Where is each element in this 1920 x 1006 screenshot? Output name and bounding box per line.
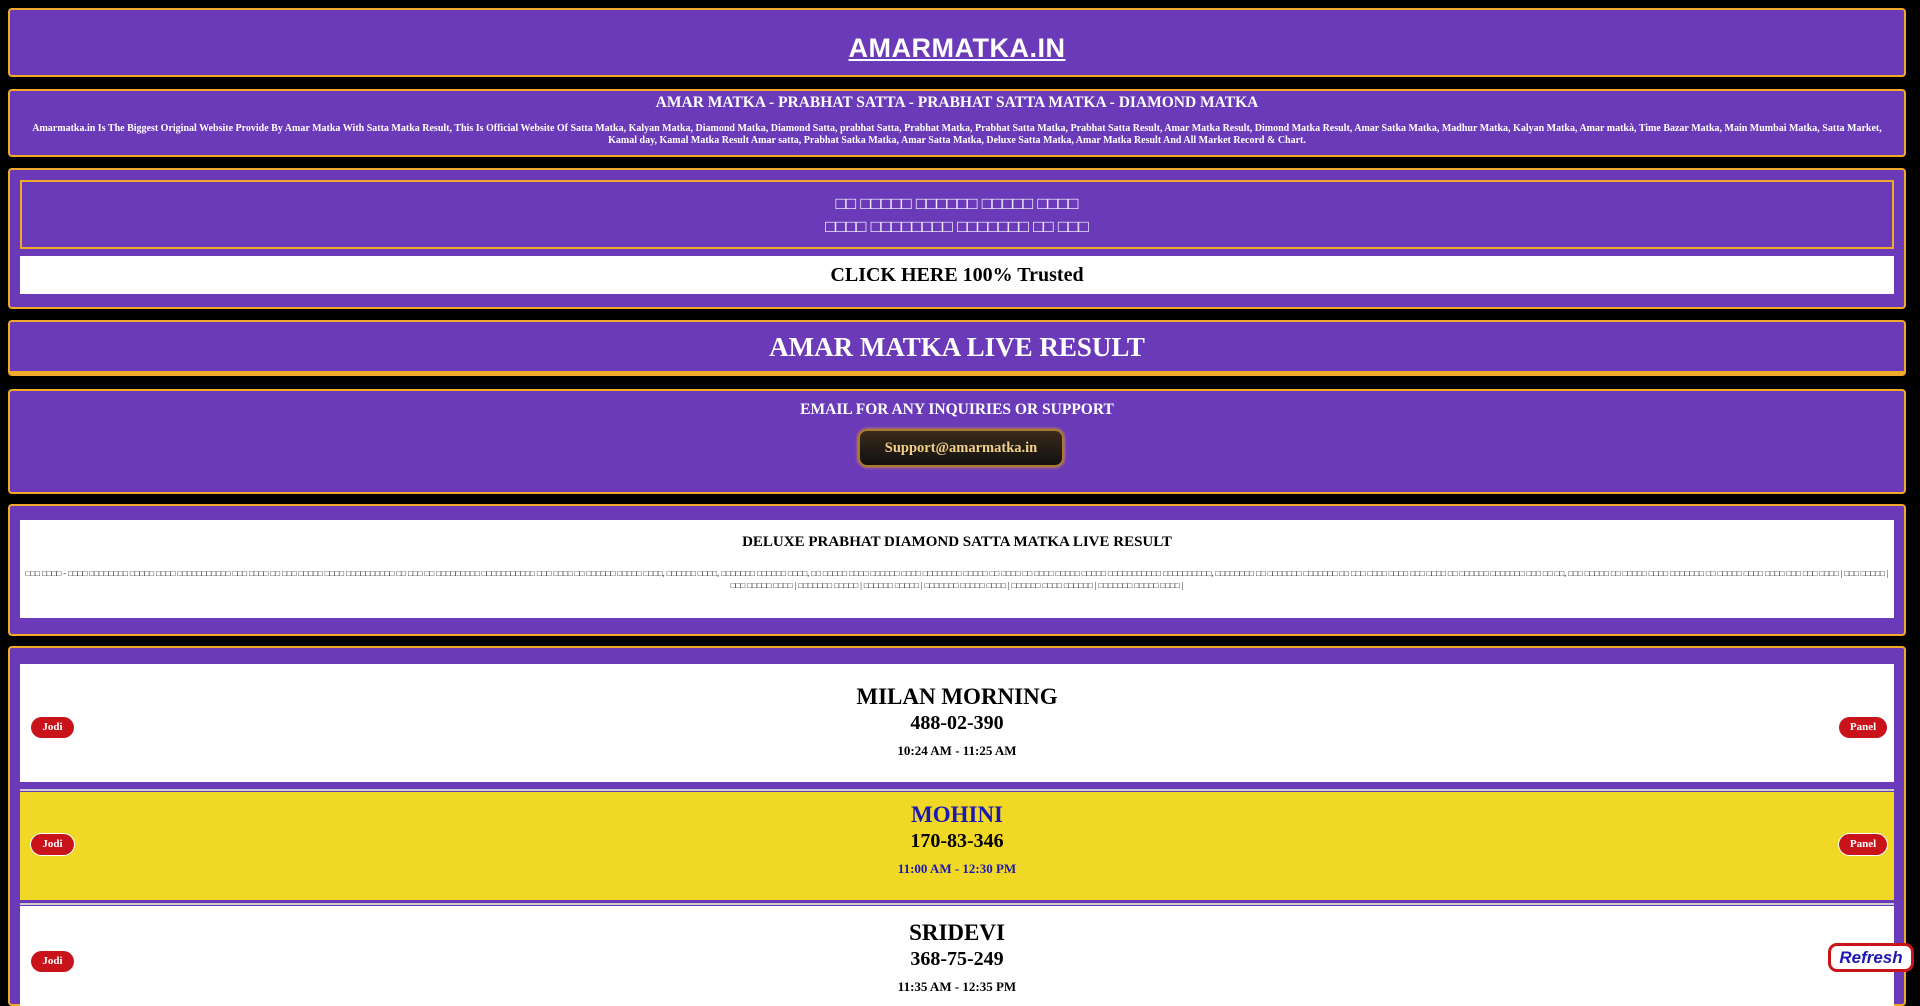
- deluxe-section: DELUXE PRABHAT DIAMOND SATTA MATKA LIVE …: [8, 504, 1906, 636]
- row-divider: [20, 789, 1894, 791]
- jodi-button[interactable]: Jodi: [31, 834, 74, 855]
- market-result: 488-02-390: [910, 712, 1004, 734]
- click-here-button[interactable]: CLICK HERE 100% Trusted: [20, 256, 1894, 294]
- support-email-button[interactable]: Support@amarmatka.in: [858, 429, 1064, 467]
- row-divider: [20, 903, 1894, 905]
- intro-description: Amarmatka.in Is The Biggest Original Web…: [32, 123, 1882, 146]
- market-result: 170-83-346: [910, 830, 1004, 852]
- market-name: SRIDEVI: [909, 920, 1005, 945]
- site-header: AMARMATKA.IN: [8, 8, 1906, 77]
- market-time: 10:24 AM - 11:25 AM: [897, 743, 1017, 758]
- promo-line-2: □□□□ □□□□□□□□ □□□□□□□ □□ □□□: [825, 217, 1089, 236]
- intro-section: AMAR MATKA - PRABHAT SATTA - PRABHAT SAT…: [8, 89, 1906, 157]
- market-time: 11:00 AM - 12:30 PM: [897, 861, 1017, 876]
- live-result-header: AMAR MATKA LIVE RESULT: [8, 320, 1906, 376]
- promo-banner: □□ □□□□□ □□□□□□ □□□□□ □□□□ □□□□ □□□□□□□□…: [8, 168, 1906, 309]
- panel-button[interactable]: Panel: [1839, 834, 1887, 855]
- market-row-milan-morning: MILAN MORNING 488-02-390 10:24 AM - 11:2…: [20, 664, 1894, 782]
- deluxe-description: □□□ □□□□ - □□□□ □□□□□□□□ □□□□□ □□□□ □□□□…: [25, 569, 1889, 590]
- jodi-button[interactable]: Jodi: [31, 717, 74, 738]
- site-logo[interactable]: AMARMATKA.IN: [10, 33, 1904, 64]
- support-title: EMAIL FOR ANY INQUIRIES OR SUPPORT: [800, 401, 1114, 418]
- results-section: MILAN MORNING 488-02-390 10:24 AM - 11:2…: [8, 646, 1906, 1006]
- promo-line-1: □□ □□□□□ □□□□□□ □□□□□ □□□□: [835, 194, 1079, 213]
- promo-notice: □□ □□□□□ □□□□□□ □□□□□ □□□□ □□□□ □□□□□□□□…: [20, 180, 1894, 249]
- refresh-button[interactable]: Refresh: [1828, 943, 1914, 972]
- market-name: MOHINI: [911, 802, 1003, 827]
- deluxe-card: DELUXE PRABHAT DIAMOND SATTA MATKA LIVE …: [20, 520, 1894, 618]
- deluxe-title: DELUXE PRABHAT DIAMOND SATTA MATKA LIVE …: [742, 534, 1172, 550]
- market-row-sridevi: SRIDEVI 368-75-249 11:35 AM - 12:35 PM J…: [20, 906, 1894, 1006]
- panel-button[interactable]: Panel: [1839, 717, 1887, 738]
- jodi-button[interactable]: Jodi: [31, 951, 74, 972]
- market-row-mohini: MOHINI 170-83-346 11:00 AM - 12:30 PM Jo…: [20, 792, 1894, 900]
- market-result: 368-75-249: [910, 948, 1004, 970]
- live-result-title: AMAR MATKA LIVE RESULT: [769, 332, 1145, 362]
- market-name: MILAN MORNING: [856, 684, 1058, 709]
- intro-title: AMAR MATKA - PRABHAT SATTA - PRABHAT SAT…: [655, 94, 1259, 111]
- support-section: EMAIL FOR ANY INQUIRIES OR SUPPORT Suppo…: [8, 389, 1906, 494]
